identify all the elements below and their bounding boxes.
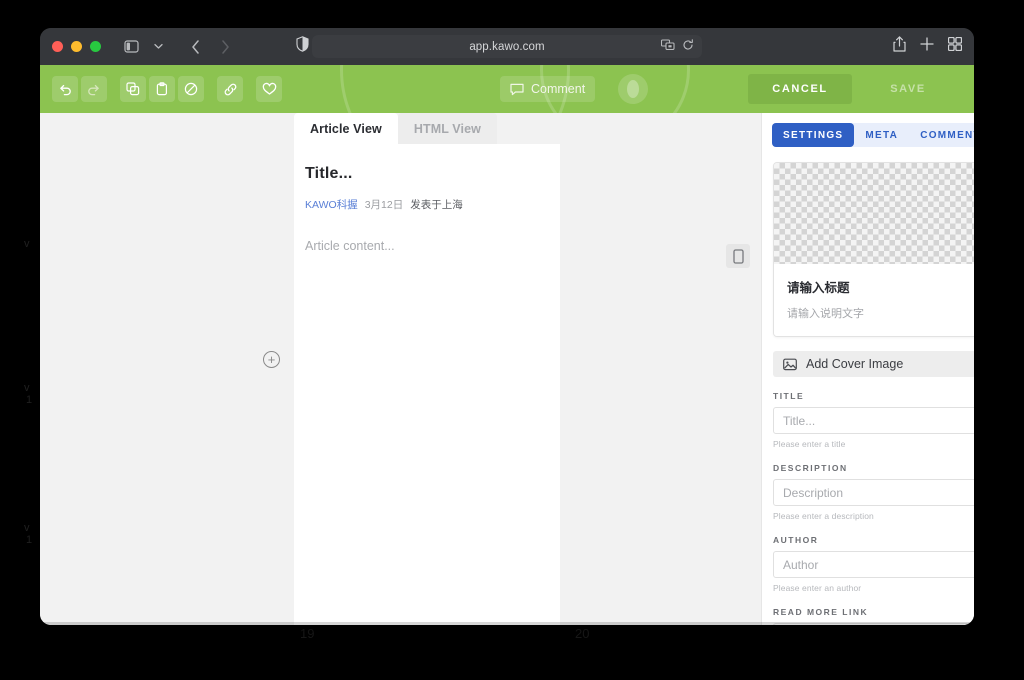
copy-icon[interactable] xyxy=(120,76,146,102)
background-text: 19 xyxy=(300,626,315,641)
background-text: 1 xyxy=(26,394,33,406)
share-icon[interactable] xyxy=(893,36,906,57)
field-title-label: TITLE xyxy=(773,391,805,401)
tab-comments[interactable]: COMMENTS xyxy=(909,123,974,147)
background-text: v xyxy=(24,238,30,250)
field-description: DESCRIPTION Description Please enter a d… xyxy=(773,463,974,521)
field-read-more-link: READ MORE LINK Read more link xyxy=(773,607,974,625)
forward-button[interactable] xyxy=(213,36,237,58)
background-text: 20 xyxy=(575,626,590,641)
description-hint: Please enter a description xyxy=(773,511,874,521)
plus-icon[interactable] xyxy=(920,37,934,56)
background-text: v xyxy=(24,382,30,394)
author-input[interactable]: Author xyxy=(773,551,974,578)
save-button[interactable]: SAVE xyxy=(856,74,960,104)
cover-preview-card[interactable]: 请输入标题 请输入说明文字 xyxy=(773,162,974,337)
article-meta: KAWO科握 3月12日 发表于上海 xyxy=(305,197,549,212)
page-settings-icon[interactable] xyxy=(660,38,676,56)
window-controls[interactable] xyxy=(52,41,101,52)
web-app-viewport: Comment CANCEL SAVE + Article View HTML … xyxy=(40,65,974,625)
link-icon[interactable] xyxy=(217,76,243,102)
title-hint: Please enter a title xyxy=(773,439,846,449)
heart-icon[interactable] xyxy=(256,76,282,102)
image-icon xyxy=(783,358,797,371)
undo-icon[interactable] xyxy=(52,76,78,102)
cover-preview-description: 请输入说明文字 xyxy=(787,308,864,320)
background-text: v xyxy=(24,522,30,534)
tab-overview-icon[interactable] xyxy=(947,36,963,56)
article-title[interactable]: Title... xyxy=(305,165,549,183)
add-cover-image-label: Add Cover Image xyxy=(806,357,904,371)
decorative-blob xyxy=(618,74,648,104)
field-author-label: AUTHOR xyxy=(773,535,819,545)
decorative-blob xyxy=(627,80,639,98)
redo-icon[interactable] xyxy=(81,76,107,102)
url-text: app.kawo.com xyxy=(469,40,545,53)
comment-bubble-icon xyxy=(510,83,524,96)
field-description-label: DESCRIPTION xyxy=(773,463,848,473)
panel-tab-bar: SETTINGS META COMMENTS xyxy=(772,123,974,147)
tab-settings[interactable]: SETTINGS xyxy=(772,123,855,147)
comment-label: Comment xyxy=(531,82,586,96)
close-window-button[interactable] xyxy=(52,41,63,52)
editor-body: + Article View HTML View Title... KAWO科握… xyxy=(40,113,974,625)
field-title: TITLE Title... Please enter a title xyxy=(773,391,974,449)
article-editor-card: Article View HTML View Title... KAWO科握 3… xyxy=(294,113,560,625)
browser-titlebar: app.kawo.com xyxy=(40,28,974,65)
sidebar-icon[interactable] xyxy=(119,36,143,58)
back-button[interactable] xyxy=(183,36,207,58)
minimize-window-button[interactable] xyxy=(71,41,82,52)
editor-action-toolbar: Comment CANCEL SAVE xyxy=(40,65,974,113)
background-text: 1 xyxy=(26,534,33,546)
tab-html-view[interactable]: HTML View xyxy=(397,113,497,144)
reload-icon[interactable] xyxy=(682,38,694,56)
tab-article-view[interactable]: Article View xyxy=(294,113,398,144)
cover-image-placeholder[interactable] xyxy=(774,163,974,264)
desktop-background: v v v 1 1 19 20 app.kawo.com Comment CAN… xyxy=(0,0,1024,680)
clear-format-icon[interactable] xyxy=(178,76,204,102)
plus-circle-icon[interactable]: + xyxy=(263,351,280,368)
tab-meta[interactable]: META xyxy=(854,123,909,147)
address-bar[interactable]: app.kawo.com xyxy=(312,35,702,58)
field-read-more-link-label: READ MORE LINK xyxy=(773,607,869,617)
privacy-shield-icon[interactable] xyxy=(296,36,309,57)
title-input[interactable]: Title... xyxy=(773,407,974,434)
article-date: 3月12日 xyxy=(364,199,404,211)
description-input[interactable]: Description xyxy=(773,479,974,506)
editor-view-tabs: Article View HTML View xyxy=(294,113,560,144)
read-more-link-input[interactable]: Read more link xyxy=(773,623,974,625)
cover-preview-title: 请输入标题 xyxy=(787,281,850,295)
author-hint: Please enter an author xyxy=(773,583,862,593)
comment-button[interactable]: Comment xyxy=(500,76,596,102)
article-content[interactable]: Article content... xyxy=(305,239,549,253)
field-author: AUTHOR Author Please enter an author xyxy=(773,535,974,593)
add-cover-image-button[interactable]: Add Cover Image xyxy=(773,351,974,377)
browser-window: app.kawo.com Comment CANCEL SAVE + Artic… xyxy=(40,28,974,625)
mobile-device-icon[interactable] xyxy=(726,244,750,268)
article-preview[interactable]: Title... KAWO科握 3月12日 发表于上海 Article cont… xyxy=(294,144,560,625)
settings-panel: SETTINGS META COMMENTS 请输入标题 请输入说明文字 xyxy=(762,113,974,625)
maximize-window-button[interactable] xyxy=(90,41,101,52)
paste-icon[interactable] xyxy=(149,76,175,102)
article-account[interactable]: KAWO科握 xyxy=(305,197,358,212)
formatting-tools xyxy=(40,76,282,102)
cancel-button[interactable]: CANCEL xyxy=(748,74,852,104)
chevron-down-icon[interactable] xyxy=(146,36,170,58)
article-location: 发表于上海 xyxy=(410,199,463,211)
